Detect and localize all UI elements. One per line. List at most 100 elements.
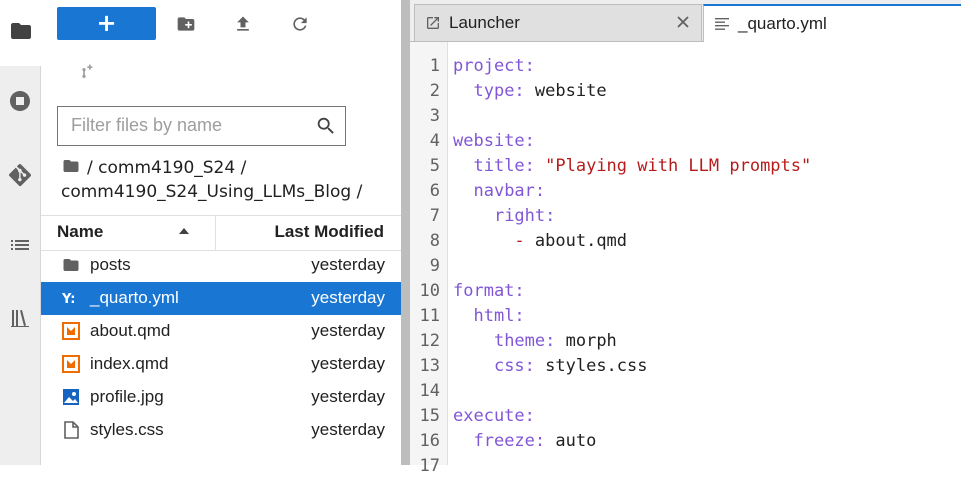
file-row-posts[interactable]: posts yesterday — [41, 249, 401, 282]
file-browser-tab[interactable] — [0, 0, 41, 66]
running-tab[interactable] — [0, 70, 40, 136]
line-content: type: website — [453, 79, 607, 104]
tab-label: Launcher — [449, 13, 520, 32]
markdown-icon — [62, 322, 80, 340]
column-header-last-modified[interactable]: Last Modified — [274, 222, 384, 242]
code-line: 17 — [410, 454, 961, 479]
line-number: 8 — [429, 231, 440, 251]
activity-bar — [0, 0, 41, 465]
folder-icon — [9, 19, 33, 47]
file-browser-toolbar: + — [57, 6, 156, 40]
line-number: 10 — [419, 281, 440, 301]
line-content: - about.qmd — [453, 229, 627, 254]
file-modified: yesterday — [311, 420, 385, 439]
new-folder-button[interactable] — [176, 14, 196, 34]
upload-icon — [233, 16, 253, 38]
file-modified: yesterday — [311, 288, 385, 307]
file-row-about-qmd[interactable]: about.qmd yesterday — [41, 315, 401, 348]
code-line: 7 right: — [410, 204, 961, 229]
file-modified: yesterday — [311, 354, 385, 373]
yaml-value: morph — [555, 331, 617, 351]
upload-button[interactable] — [233, 14, 253, 34]
home-folder-icon[interactable] — [61, 157, 81, 175]
code-line: 16 freeze: auto — [410, 429, 961, 454]
line-number: 15 — [419, 406, 440, 426]
yaml-key: type: — [473, 81, 525, 101]
code-line: 4 website: — [410, 129, 961, 154]
line-content: theme: morph — [453, 329, 617, 354]
file-name: about.qmd — [90, 321, 171, 340]
line-content: project: — [453, 54, 535, 79]
column-divider[interactable] — [215, 216, 216, 250]
breadcrumb-parent[interactable]: / comm4190_S24 / — [87, 158, 246, 178]
yaml-key: format: — [453, 281, 525, 301]
line-number: 3 — [429, 106, 440, 126]
column-header-name[interactable]: Name — [57, 222, 103, 242]
list-icon — [8, 233, 32, 261]
code-line: 9 — [410, 254, 961, 279]
code-line: 10 format: — [410, 279, 961, 304]
line-number: 5 — [429, 156, 440, 176]
tab-launcher[interactable]: Launcher — [414, 4, 702, 41]
panel-splitter[interactable] — [401, 0, 410, 465]
close-icon[interactable] — [675, 14, 691, 30]
yaml-icon: Y: — [61, 289, 80, 307]
file-icon — [62, 421, 80, 439]
tab-quarto-yml[interactable]: _quarto.yml — [703, 4, 961, 42]
markdown-icon — [62, 355, 80, 373]
code-line: 14 — [410, 379, 961, 404]
tab-bar: Launcher _quarto.yml — [410, 0, 961, 42]
code-line: 13 css: styles.css — [410, 354, 961, 379]
yaml-key: website: — [453, 131, 535, 151]
image-icon — [62, 388, 80, 406]
line-content: html: — [453, 304, 524, 329]
yaml-key: css: — [493, 356, 535, 376]
file-row-styles-css[interactable]: styles.css yesterday — [41, 414, 401, 447]
sort-ascending-icon — [179, 228, 189, 234]
new-launcher-button[interactable]: + — [57, 6, 156, 40]
extensions-tab[interactable] — [0, 287, 40, 353]
yaml-value: "Playing with LLM prompts" — [534, 156, 812, 176]
line-content: css: styles.css — [453, 354, 648, 379]
svg-text:Y:: Y: — [62, 292, 75, 307]
yaml-value: website — [524, 81, 607, 101]
file-row-quarto-yml[interactable]: Y: _quarto.yml yesterday — [41, 282, 401, 315]
yaml-key: freeze: — [473, 431, 546, 451]
code-line: 1 project: — [410, 54, 961, 79]
code-line: 2 type: website — [410, 79, 961, 104]
yaml-list-marker: - — [514, 231, 525, 251]
breadcrumb-current[interactable]: comm4190_S24_Using_LLMs_Blog / — [61, 182, 362, 202]
code-line: 8 - about.qmd — [410, 229, 961, 254]
yaml-key: theme: — [493, 331, 556, 351]
yaml-key: right: — [493, 206, 556, 226]
line-number: 4 — [429, 131, 440, 151]
file-row-index-qmd[interactable]: index.qmd yesterday — [41, 348, 401, 381]
line-number: 12 — [419, 331, 440, 351]
line-number: 1 — [429, 56, 440, 76]
filter-input[interactable] — [58, 107, 311, 143]
code-line: 15 execute: — [410, 404, 961, 429]
yaml-value: styles.css — [534, 356, 648, 376]
file-list-header: Name Last Modified — [41, 215, 401, 251]
yaml-value: about.qmd — [524, 231, 628, 251]
git-tab[interactable] — [0, 144, 40, 210]
yaml-value: auto — [545, 431, 597, 451]
yaml-key: navbar: — [473, 181, 546, 201]
refresh-button[interactable] — [290, 14, 310, 34]
launcher-icon — [425, 15, 441, 31]
toc-tab[interactable] — [0, 214, 40, 280]
file-name: profile.jpg — [90, 387, 164, 406]
file-row-profile-jpg[interactable]: profile.jpg yesterday — [41, 381, 401, 414]
text-file-icon — [714, 16, 730, 32]
code-editor[interactable]: 1 project: 2 type: website 3 4 website: 5 titl… — [410, 42, 961, 476]
git-clone-button[interactable] — [74, 63, 94, 83]
git-icon — [8, 163, 32, 191]
